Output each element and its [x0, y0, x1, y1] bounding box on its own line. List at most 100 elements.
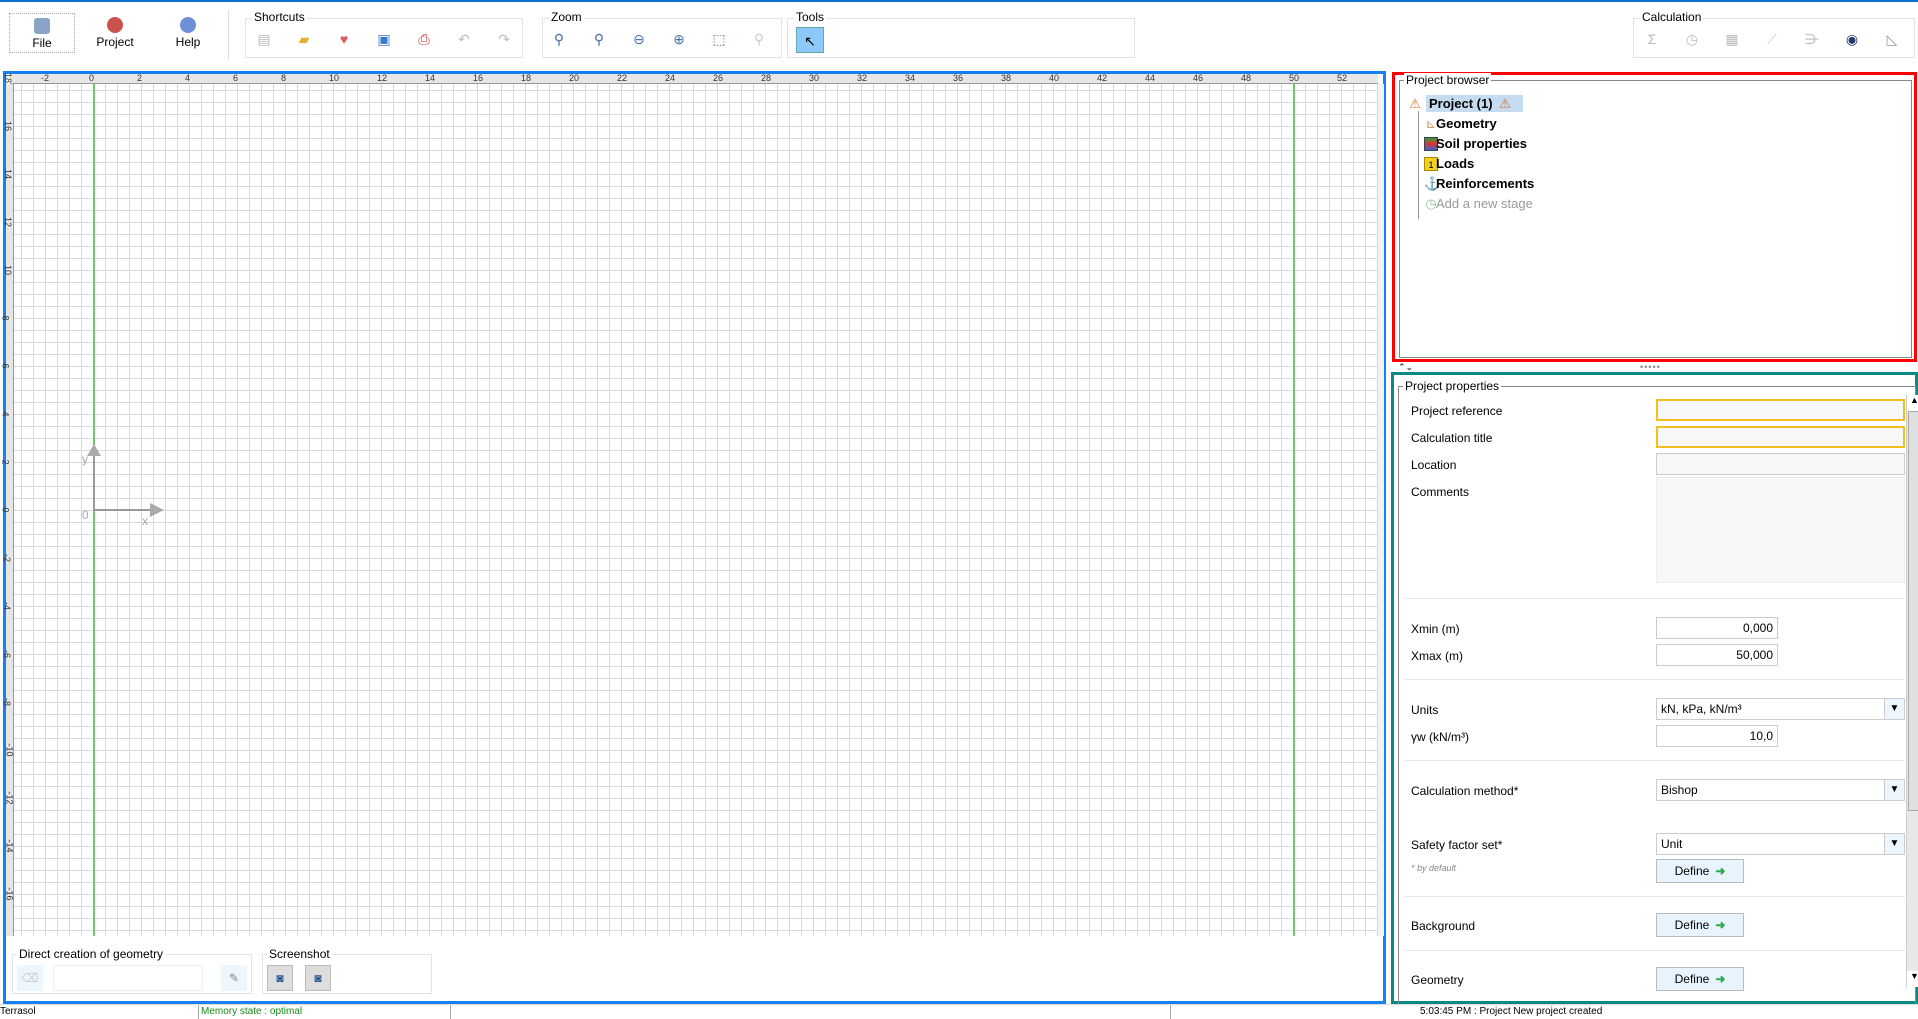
y-tick-label: -2 — [2, 553, 13, 563]
zoom-in-icon[interactable]: ⊕ — [669, 29, 689, 49]
arrow-right-icon: ➜ — [1715, 864, 1726, 878]
xmax-input[interactable] — [1656, 644, 1778, 666]
chart-icon[interactable]: ⟋ — [1762, 29, 1782, 49]
divider — [1405, 679, 1905, 680]
calc-sum-icon[interactable]: Σ — [1642, 29, 1662, 49]
x-tick-label: 36 — [953, 73, 964, 83]
units-label: Units — [1411, 703, 1439, 717]
arrow-right-icon: ➜ — [1715, 918, 1726, 932]
select-pointer-icon[interactable]: ↖ — [796, 27, 824, 53]
define-background-button[interactable]: Define ➜ — [1656, 913, 1744, 937]
tree-item-soil-properties[interactable]: Soil properties — [1436, 136, 1527, 151]
file-button[interactable]: File — [9, 13, 75, 53]
save-icon[interactable]: ▣ — [374, 29, 394, 49]
button-label: Define — [1674, 918, 1710, 932]
window-top-border — [0, 0, 1918, 2]
panel-title: Project properties — [1403, 379, 1502, 393]
undo-icon[interactable]: ↶ — [454, 29, 474, 49]
file-label: File — [32, 36, 52, 50]
open-folder-icon[interactable]: ▰ — [294, 29, 314, 49]
define-geometry-button[interactable]: Define ➜ — [1656, 967, 1744, 991]
calculation-method-select[interactable]: Bishop ▼ — [1656, 779, 1905, 801]
project-label: Project — [96, 35, 134, 49]
zoom-fit-icon[interactable]: ⚲ — [549, 29, 569, 49]
calculation-method-value: Bishop — [1661, 783, 1698, 797]
print-icon[interactable]: ⎙ — [414, 29, 434, 49]
eraser-icon[interactable]: ⌫ — [17, 965, 43, 991]
direct-creation-group: Direct creation of geometry ⌫ ✎ — [12, 947, 252, 994]
tree-item-add-stage[interactable]: Add a new stage — [1436, 196, 1533, 211]
x-tick-label: 4 — [185, 73, 191, 83]
x-tick-label: 50 — [1289, 73, 1300, 83]
favorite-icon[interactable]: ♥ — [334, 29, 354, 49]
tree-item-geometry[interactable]: Geometry — [1436, 116, 1497, 131]
zoom-group: Zoom ⚲ ⚲ ⊖ ⊕ ⬚ ⚲ — [542, 10, 782, 58]
y-tick-label: -12 — [4, 791, 15, 805]
project-browser-fieldset: Project browser ⚠ Project (1) ⚠ ⊾ Geomet… — [1399, 73, 1912, 358]
y-tick-label: 16 — [3, 120, 14, 132]
calc-batch-icon[interactable]: ▦ — [1722, 29, 1742, 49]
triangle-icon[interactable]: ◺ — [1882, 29, 1902, 49]
x-tick-label: 32 — [857, 73, 868, 83]
help-button[interactable]: Help — [155, 13, 221, 53]
y-axis-label: y — [82, 452, 88, 466]
button-label: Define — [1674, 972, 1710, 986]
zoom-pan-icon[interactable]: ⚲ — [589, 29, 609, 49]
drawing-canvas[interactable]: 0 x y — [14, 84, 1378, 936]
units-select[interactable]: kN, kPa, kN/m³ ▼ — [1656, 698, 1905, 720]
y-tick-label: 14 — [3, 168, 14, 180]
root-label: Project (1) — [1429, 96, 1493, 111]
x-tick-label: 22 — [617, 73, 628, 83]
zoom-previous-icon[interactable]: ⚲ — [749, 29, 769, 49]
scrollbar-thumb[interactable] — [1908, 411, 1918, 811]
tree-item-reinforcements[interactable]: Reinforcements — [1436, 176, 1534, 191]
project-reference-input[interactable] — [1656, 399, 1905, 421]
scroll-up-icon[interactable]: ▲ — [1907, 395, 1918, 411]
safety-factor-set-select[interactable]: Unit ▼ — [1656, 833, 1905, 855]
xmax-label: Xmax (m) — [1411, 649, 1463, 663]
chevron-down-icon: ▼ — [1884, 780, 1904, 800]
gamma-w-input[interactable] — [1656, 725, 1778, 747]
project-browser-panel: Project browser ⚠ Project (1) ⚠ ⊾ Geomet… — [1392, 72, 1917, 362]
properties-scrollbar[interactable]: ▲ ▼ — [1906, 395, 1918, 987]
calc-clock-icon[interactable]: ◷ — [1682, 29, 1702, 49]
location-label: Location — [1411, 458, 1457, 472]
x-tick-label: 52 — [1337, 73, 1348, 83]
y-tick-label: -4 — [2, 601, 13, 611]
y-tick-label: 8 — [0, 315, 11, 321]
geometry-command-input[interactable] — [53, 965, 203, 991]
group-title: Zoom — [549, 10, 584, 24]
slip-lines-icon[interactable]: ⋺ — [1802, 29, 1822, 49]
shortcuts-group: Shortcuts ▤ ▰ ♥ ▣ ⎙ ↶ ↷ — [245, 10, 523, 58]
status-memory: Memory state : optimal — [201, 1006, 303, 1017]
xmin-input[interactable] — [1656, 617, 1778, 639]
screenshot-file-icon[interactable]: ◙ — [305, 965, 331, 991]
comments-textarea[interactable] — [1656, 477, 1905, 583]
seismic-icon[interactable]: ◉ — [1842, 29, 1862, 49]
x-axis-arrow — [94, 509, 150, 511]
scroll-down-icon[interactable]: ▼ — [1907, 971, 1918, 987]
y-tick-label: 4 — [0, 411, 11, 417]
location-input[interactable] — [1656, 453, 1905, 475]
x-tick-label: 44 — [1145, 73, 1156, 83]
splitter-handle[interactable] — [1378, 84, 1384, 936]
screenshot-clipboard-icon[interactable]: ◙ — [267, 965, 293, 991]
new-file-icon[interactable]: ▤ — [254, 29, 274, 49]
define-safety-factors-button[interactable]: Define ➜ — [1656, 859, 1744, 883]
magic-wand-icon[interactable]: ✎ — [221, 965, 247, 991]
zoom-window-icon[interactable]: ⬚ — [709, 29, 729, 49]
panel-splitter-grip[interactable]: ••••• — [1640, 362, 1661, 372]
calculation-title-input[interactable] — [1656, 426, 1905, 448]
x-tick-label: 18 — [521, 73, 532, 83]
tree-item-loads[interactable]: Loads — [1436, 156, 1474, 171]
project-button[interactable]: Project — [82, 13, 148, 53]
x-tick-label: 14 — [425, 73, 436, 83]
group-title: Direct creation of geometry — [17, 947, 166, 961]
safety-factor-set-label: Safety factor set* — [1411, 838, 1503, 852]
arrow-right-icon: ➜ — [1715, 972, 1726, 986]
help-icon — [180, 17, 196, 33]
x-tick-label: 20 — [569, 73, 580, 83]
calculation-method-label: Calculation method* — [1411, 784, 1519, 798]
zoom-out-icon[interactable]: ⊖ — [629, 29, 649, 49]
redo-icon[interactable]: ↷ — [494, 29, 514, 49]
